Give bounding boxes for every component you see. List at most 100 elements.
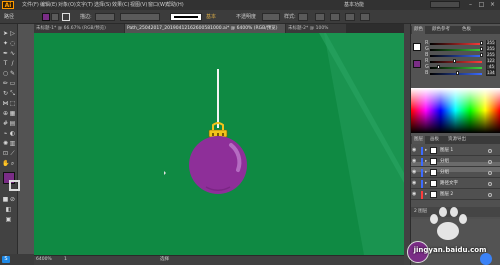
scale-tool-icon[interactable]: ⤡ (9, 90, 16, 97)
graph-tool-icon[interactable]: ▥ (9, 140, 16, 147)
layer-target-icon[interactable] (488, 171, 492, 175)
style-dropdown[interactable] (298, 13, 308, 21)
disclosure-arrow-icon[interactable]: ▸ (425, 170, 429, 176)
eraser-tool-icon[interactable]: ▭ (9, 80, 16, 87)
variable-width-dropdown[interactable] (120, 13, 160, 21)
eye-icon[interactable]: ◉ (412, 148, 417, 153)
direct-selection-tool-icon[interactable]: ▷ (9, 30, 16, 37)
draw-mode-icon[interactable]: ◧ (5, 206, 12, 213)
document-tab-active[interactable]: Path_25042017_20190412162600581000.ai* @… (125, 24, 285, 33)
rotate-tool-icon[interactable]: ↻ (2, 90, 9, 97)
stroke-weight-dropdown[interactable] (95, 13, 115, 21)
eyedropper-tool-icon[interactable]: ⌁ (2, 130, 9, 137)
menu-file[interactable]: 文件(F) (22, 1, 39, 9)
pen-tool-icon[interactable]: ✒ (2, 50, 9, 57)
maximize-icon[interactable]: □ (477, 1, 486, 9)
zoom-level[interactable]: 6400% (36, 257, 52, 263)
free-transform-tool-icon[interactable]: ⬚ (9, 100, 16, 107)
disclosure-arrow-icon[interactable]: ▸ (425, 148, 429, 154)
menu-view[interactable]: 视图(V) (130, 1, 147, 9)
gradient-tool-icon[interactable]: ▤ (9, 120, 16, 127)
slider-value-input[interactable]: 134 (486, 70, 496, 76)
tab-artboards[interactable]: 画板 (428, 136, 441, 144)
color-spectrum[interactable] (411, 88, 500, 133)
opacity-dropdown[interactable] (262, 13, 280, 21)
transform-button[interactable] (330, 13, 340, 21)
curvature-tool-icon[interactable]: ∿ (9, 50, 16, 57)
slider-handle[interactable] (480, 41, 483, 45)
menu-effect[interactable]: 效果(C) (112, 1, 129, 9)
slider-track[interactable] (430, 61, 482, 63)
fill-swatch[interactable] (42, 13, 50, 21)
slider-handle[interactable] (455, 71, 459, 75)
tab-layers[interactable]: 图层 (412, 136, 425, 144)
menu-select[interactable]: 选择(S) (94, 1, 111, 9)
tab-color[interactable]: 颜色 (412, 26, 425, 34)
menu-object[interactable]: 对象(O) (58, 1, 76, 9)
close-icon[interactable]: × (488, 1, 497, 9)
slider-handle[interactable] (437, 65, 441, 69)
recolor-button[interactable] (345, 13, 355, 21)
workspace-switcher[interactable]: 基本功能 (344, 1, 384, 9)
menu-edit[interactable]: 编辑(E) (40, 1, 57, 9)
document-tab[interactable]: 未标题-2* @ 100% (286, 24, 346, 33)
menu-type[interactable]: 文字(T) (76, 1, 93, 9)
mesh-tool-icon[interactable]: # (2, 120, 9, 127)
lasso-tool-icon[interactable]: ◌ (9, 40, 16, 47)
zoom-tool-icon[interactable]: ⌕ (9, 160, 16, 167)
color-panel-fill-swatch[interactable] (413, 43, 421, 51)
current-tool-status: 选择 (160, 257, 169, 262)
hand-tool-icon[interactable]: ✋ (2, 160, 9, 167)
tab-swatches[interactable]: 色板 (460, 26, 473, 34)
width-tool-icon[interactable]: ⋈ (2, 100, 9, 107)
eye-icon[interactable]: ◉ (412, 192, 417, 197)
magic-wand-tool-icon[interactable]: ✦ (2, 40, 9, 47)
slider-track[interactable] (430, 49, 482, 51)
layer-target-icon[interactable] (488, 149, 492, 153)
layer-target-icon[interactable] (488, 160, 492, 164)
paintbrush-tool-icon[interactable]: ✎ (9, 70, 16, 77)
pencil-tool-icon[interactable]: ✏ (2, 80, 9, 87)
document-tab[interactable]: 未标题-1* @ 66.67% (RGB/预览) (34, 24, 124, 33)
stroke-color-box[interactable] (9, 180, 20, 191)
eye-icon[interactable]: ◉ (412, 159, 417, 164)
eye-icon[interactable]: ◉ (412, 170, 417, 175)
tab-asset-export[interactable]: 资源导出 (446, 136, 468, 144)
disclosure-arrow-icon[interactable]: ▸ (425, 192, 429, 198)
slider-track[interactable] (430, 55, 482, 57)
search-input[interactable] (430, 1, 460, 8)
color-panel-fill-swatch-2[interactable] (413, 60, 421, 68)
slice-tool-icon[interactable]: ⟋ (9, 150, 16, 157)
artboard-number[interactable]: 1 (64, 257, 67, 263)
fill-dropdown[interactable] (51, 13, 59, 21)
isolate-button[interactable] (360, 13, 370, 21)
artboard-canvas[interactable] (34, 33, 404, 255)
tab-color-guide[interactable]: 颜色参考 (430, 26, 452, 34)
disclosure-arrow-icon[interactable]: ▸ (425, 181, 429, 187)
slider-track[interactable] (430, 43, 482, 45)
ellipse-tool-icon[interactable]: ○ (2, 70, 9, 77)
stroke-swatch[interactable] (62, 13, 70, 21)
slider-handle[interactable] (480, 53, 483, 57)
artboard-tool-icon[interactable]: ⊡ (2, 150, 9, 157)
eye-icon[interactable]: ◉ (412, 181, 417, 186)
selection-tool-icon[interactable]: ➤ (2, 30, 9, 37)
color-mode-icon[interactable]: ■ (2, 196, 9, 203)
symbol-sprayer-tool-icon[interactable]: ✺ (2, 140, 9, 147)
type-tool-icon[interactable]: T (2, 60, 9, 67)
shape-builder-tool-icon[interactable]: ⊕ (2, 110, 9, 117)
slider-handle[interactable] (452, 59, 456, 63)
layer-target-icon[interactable] (488, 182, 492, 186)
minimize-icon[interactable]: – (466, 1, 475, 9)
disclosure-arrow-icon[interactable]: ▸ (425, 159, 429, 165)
perspective-grid-tool-icon[interactable]: ▦ (9, 110, 16, 117)
none-mode-icon[interactable]: ⊘ (9, 196, 16, 203)
menu-help[interactable]: 帮助(H) (166, 1, 184, 9)
screen-mode-icon[interactable]: ▣ (5, 216, 12, 223)
blend-tool-icon[interactable]: ◐ (9, 130, 16, 137)
align-button[interactable] (315, 13, 325, 21)
line-tool-icon[interactable]: / (9, 60, 16, 67)
slider-handle[interactable] (480, 47, 483, 51)
layer-target-icon[interactable] (488, 193, 492, 197)
menu-window[interactable]: 窗口(W) (148, 1, 167, 9)
